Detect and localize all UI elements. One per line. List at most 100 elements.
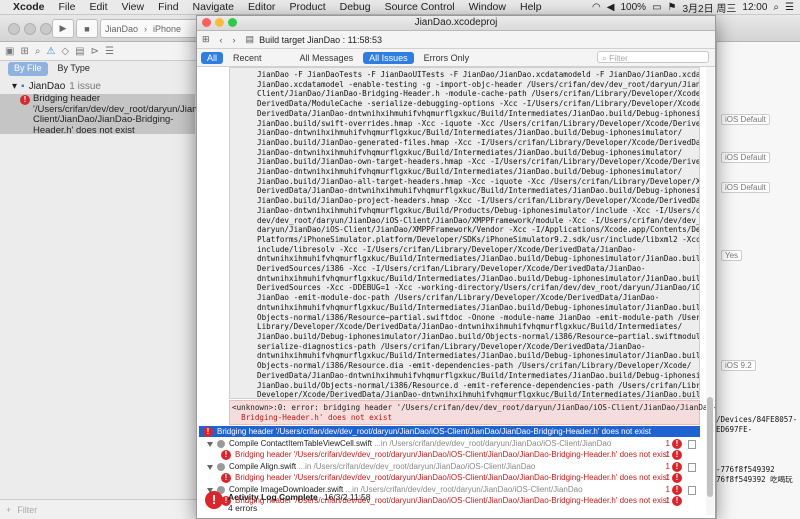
menu-source-control[interactable]: Source Control: [378, 1, 462, 13]
device-name: iPhone: [153, 23, 182, 34]
selected-error-text: Bridging header '/Users/crifan/dev/dev_r…: [217, 427, 651, 436]
log-line: JianDao.xcdatamodel -enable-testing -g -…: [257, 79, 700, 89]
issue-navigator-icon[interactable]: ⚠: [46, 46, 55, 57]
menu-editor[interactable]: Editor: [241, 1, 282, 13]
disclosure-triangle-icon[interactable]: ▾: [12, 81, 17, 92]
breakpoint-icon[interactable]: ⊳: [91, 46, 99, 57]
log-scope-bar: All Recent All Messages All Issues Error…: [197, 49, 715, 67]
error-count-badge: 1!: [666, 473, 682, 483]
tab-recent[interactable]: Recent: [227, 52, 268, 64]
status-area: ◠ ◀ 100% ▭ ⚑ 3月2日 周三 12:00 ⌕ ☰: [592, 0, 794, 15]
setting-value-4[interactable]: Yes: [721, 250, 743, 261]
log-line: JianDao.build/JianDao-all-target-headers…: [257, 176, 700, 186]
list-icon[interactable]: ☰: [785, 2, 794, 13]
debug-icon[interactable]: ▤: [75, 46, 84, 57]
selected-error-row[interactable]: ! Bridging header '/Users/crifan/dev/dev…: [199, 426, 700, 437]
compile-error-row[interactable]: ! Bridging header '/Users/crifan/dev/dev…: [221, 450, 700, 460]
stop-button[interactable]: ■: [76, 19, 98, 38]
menu-time[interactable]: 12:00: [742, 2, 767, 13]
forward-arrow-icon[interactable]: ›: [228, 35, 241, 45]
zoom-window-button[interactable]: [40, 23, 52, 35]
disclosure-triangle-icon[interactable]: [207, 441, 213, 447]
setting-value-2[interactable]: iOS Default: [721, 152, 770, 163]
run-button[interactable]: ▶: [52, 19, 74, 38]
close-window-button[interactable]: [8, 23, 20, 35]
log-line: JianDao-dntwnihxihmuhifvhqmurflgxkuc/Bui…: [257, 167, 683, 177]
tab-by-file[interactable]: By File: [8, 62, 48, 76]
menu-edit[interactable]: Edit: [82, 1, 114, 13]
log-line: Library/Developer/Xcode/DerivedData/Jian…: [257, 322, 683, 332]
symbol-icon[interactable]: ⊞: [20, 46, 28, 57]
tab-all[interactable]: All: [201, 51, 224, 64]
log-filter-field[interactable]: ⌕ Filter: [597, 51, 709, 63]
close-button[interactable]: [202, 18, 211, 27]
scheme-name: JianDao: [105, 23, 139, 34]
document-icon[interactable]: [688, 462, 696, 472]
compile-row[interactable]: Compile ContactItemTableViewCell.swift .…: [207, 439, 700, 449]
issue-filter-tabs: By File By Type: [0, 62, 208, 76]
compile-icon: [217, 463, 225, 471]
battery-percent[interactable]: 100%: [620, 2, 646, 13]
menu-file[interactable]: File: [52, 1, 83, 13]
menu-help[interactable]: Help: [513, 1, 549, 13]
window-title: JianDao.xcodeproj: [414, 17, 498, 28]
setting-value-3[interactable]: iOS Default: [721, 182, 770, 193]
test-icon[interactable]: ◇: [61, 46, 69, 57]
log-scrollbar[interactable]: [706, 67, 714, 515]
compile-error-row[interactable]: ! Bridging header '/Users/crifan/dev/dev…: [221, 473, 700, 483]
issue-list-item[interactable]: ! Bridging header '/Users/crifan/dev/dev…: [0, 93, 237, 135]
menu-product[interactable]: Product: [282, 1, 332, 13]
navigator-filter-placeholder: Filter: [17, 504, 38, 515]
tab-errors-only[interactable]: Errors Only: [418, 52, 476, 64]
battery-icon[interactable]: ▭: [652, 2, 661, 13]
compile-row[interactable]: Compile Align.swift ...in /Users/crifan/…: [207, 462, 700, 472]
menu-navigate[interactable]: Navigate: [186, 1, 241, 13]
navigator-filter-field[interactable]: + Filter: [0, 499, 200, 519]
setting-value-1[interactable]: iOS Default: [721, 114, 770, 125]
menu-debug[interactable]: Debug: [333, 1, 378, 13]
folder-icon[interactable]: ▣: [5, 46, 14, 57]
issue-project-row[interactable]: ▾ ▪ JianDao 1 issue: [0, 80, 212, 92]
build-target-label[interactable]: Build target JianDao : 11:58:53: [259, 35, 382, 45]
menu-view[interactable]: View: [115, 1, 152, 13]
compile-icon: [217, 440, 225, 448]
scrollbar-thumb[interactable]: [707, 397, 713, 497]
setting-value-5[interactable]: iOS 9.2: [721, 360, 756, 371]
zoom-button[interactable]: [228, 18, 237, 27]
log-line: DerivedData/JianDao-dntwnihxihmuhifvhqmu…: [257, 370, 700, 380]
volume-icon[interactable]: ◀: [607, 2, 615, 13]
report-icon[interactable]: ☰: [105, 46, 114, 57]
tab-all-issues[interactable]: All Issues: [363, 51, 414, 64]
log-line: JianDao.build/swift-overrides.hmap -Xcc …: [257, 118, 700, 128]
summary-time: 16/3/2 11:58: [323, 492, 371, 502]
menu-xcode[interactable]: Xcode: [6, 1, 52, 13]
grid-icon[interactable]: ⊞: [197, 34, 215, 45]
find-icon[interactable]: ⌕: [35, 46, 41, 57]
window-title-bar: JianDao.xcodeproj: [197, 16, 715, 31]
minimize-window-button[interactable]: [24, 23, 36, 35]
disclosure-triangle-icon[interactable]: [207, 464, 213, 470]
minimize-button[interactable]: [215, 18, 224, 27]
project-issue-count: 1 issue: [69, 80, 101, 92]
tab-by-type[interactable]: By Type: [52, 62, 96, 76]
flag-icon[interactable]: ⚑: [668, 2, 677, 13]
log-line: Platforms/iPhoneSimulator.platform/Devel…: [257, 234, 700, 244]
menu-find[interactable]: Find: [151, 1, 185, 13]
summary-error-count: 4 errors: [228, 503, 258, 513]
document-icon[interactable]: [688, 439, 696, 449]
back-arrow-icon[interactable]: ‹: [215, 35, 228, 45]
build-icon: ▤: [245, 34, 255, 44]
menu-window[interactable]: Window: [462, 1, 513, 13]
compile-name: Compile ContactItemTableViewCell.swift: [229, 439, 373, 448]
document-icon[interactable]: [688, 485, 696, 495]
error-icon: !: [205, 491, 223, 509]
tab-all-messages[interactable]: All Messages: [294, 52, 360, 64]
error-line-1: <unknown>:0: error: bridging header '/Us…: [232, 403, 717, 412]
error-icon: !: [20, 95, 30, 105]
log-line: JianDao.build/Objects-normal/i386/Resour…: [257, 380, 700, 390]
search-icon[interactable]: ⌕: [773, 2, 779, 13]
plus-icon[interactable]: +: [6, 505, 11, 515]
menu-date[interactable]: 3月2日 周三: [682, 0, 736, 15]
wifi-icon[interactable]: ◠: [592, 2, 601, 13]
scheme-selector[interactable]: JianDao › iPhone: [100, 19, 201, 38]
